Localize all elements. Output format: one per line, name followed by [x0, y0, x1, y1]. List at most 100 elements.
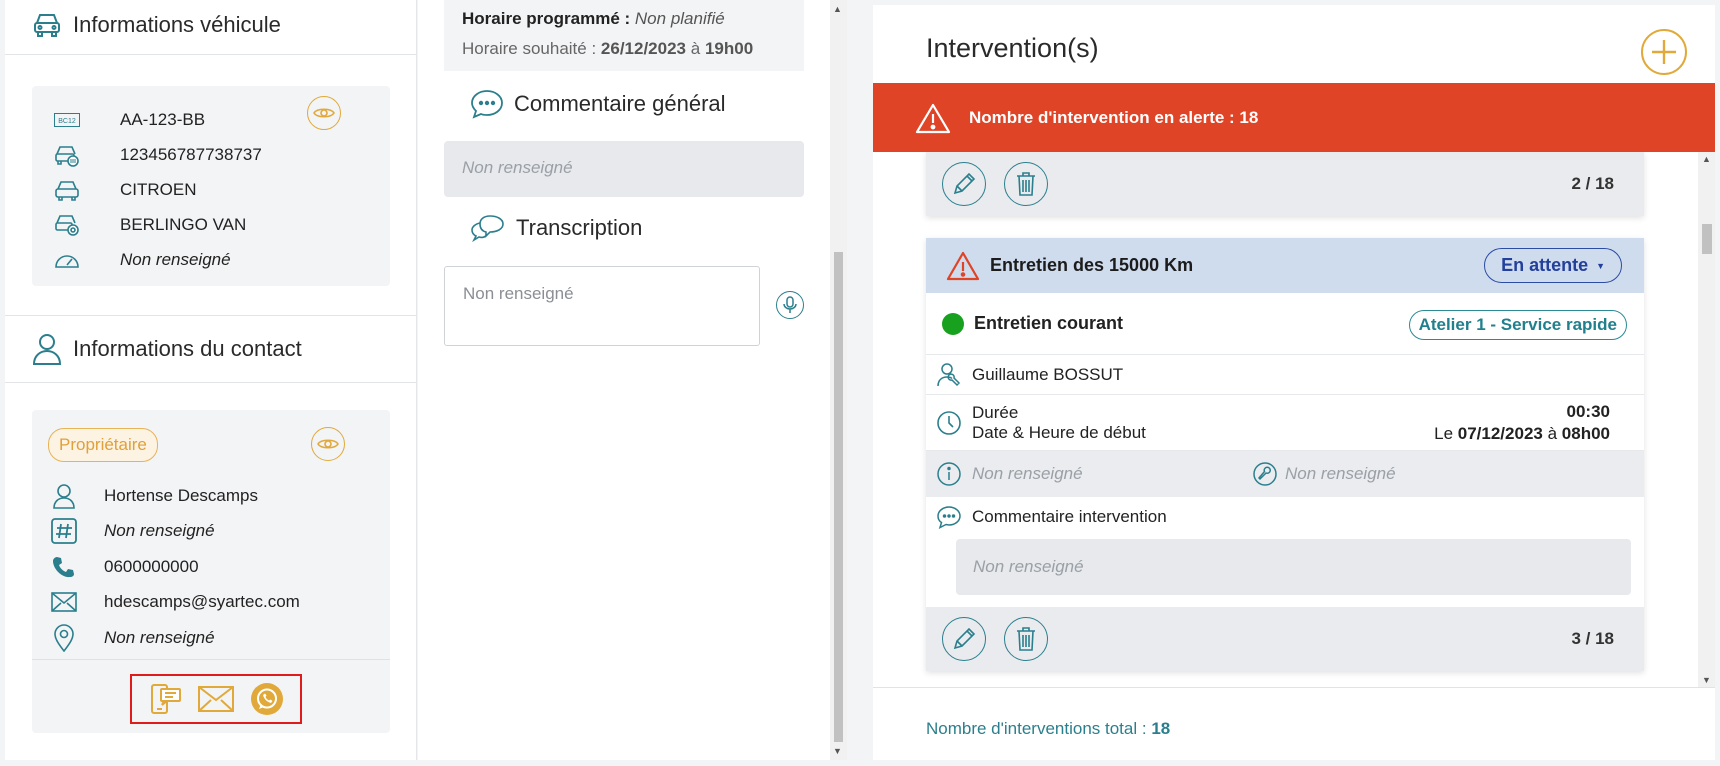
- duration-label: Durée: [972, 402, 1019, 422]
- start-label: Date & Heure de début: [972, 422, 1146, 442]
- scroll-down-arrow-icon[interactable]: ▼: [833, 746, 842, 756]
- plus-icon: [1649, 37, 1679, 67]
- car-front-icon: [52, 175, 82, 205]
- license-plate-icon: BC12: [52, 105, 82, 135]
- divider: [5, 382, 416, 383]
- card-pager: 3 / 18: [1571, 629, 1614, 648]
- desired-time: 19h00: [704, 39, 754, 58]
- status-dropdown[interactable]: En attente ▼: [1484, 248, 1622, 283]
- technician-row: Guillaume BOSSUT: [926, 355, 1644, 395]
- interventions-panel: Intervention(s) Nombre d'intervention en…: [873, 5, 1715, 760]
- pencil-icon: [951, 626, 977, 652]
- intervention-type-row: Entretien courant Atelier 1 - Service ra…: [926, 293, 1644, 355]
- intervention-type: Entretien courant: [974, 313, 1124, 333]
- person-icon: [48, 481, 80, 511]
- interventions-scrollbar[interactable]: ▲ ▼: [1698, 152, 1715, 687]
- interventions-header: Intervention(s): [873, 5, 1715, 83]
- desired-label: Horaire souhaité :: [462, 39, 597, 58]
- card-header: Entretien des 15000 Km En attente ▼: [926, 238, 1644, 293]
- general-comment-title: Commentaire général: [514, 91, 726, 116]
- contact-email: hdescamps@syartec.com: [104, 592, 300, 612]
- card-actions: 2 / 18: [926, 152, 1644, 216]
- vehicle-model-row: BERLINGO VAN: [52, 207, 370, 242]
- start-separator: à: [1547, 423, 1558, 443]
- scroll-up-arrow-icon[interactable]: ▲: [1702, 154, 1711, 164]
- warning-icon: [915, 102, 951, 134]
- clock-icon: [934, 410, 964, 436]
- pencil-icon: [951, 171, 977, 197]
- view-vehicle-button[interactable]: [307, 96, 341, 130]
- start-value: Le 07/12/2023 à 08h00: [1434, 423, 1610, 445]
- info-icon: [934, 462, 964, 486]
- duration-value: 00:30: [1566, 401, 1610, 421]
- vehicle-vin-row: 123456787738737: [52, 137, 370, 172]
- total-label: Nombre d'interventions total :: [926, 719, 1147, 738]
- general-comment-field[interactable]: Non renseigné: [444, 141, 804, 197]
- delete-button[interactable]: [1004, 617, 1048, 661]
- intervention-title: Entretien des 15000 Km: [990, 255, 1194, 275]
- svg-text:BC12: BC12: [58, 118, 76, 125]
- contact-phone-row: 0600000000: [48, 549, 374, 585]
- caret-down-icon: ▼: [1596, 260, 1605, 271]
- interventions-scroll-thumb[interactable]: [1702, 224, 1712, 254]
- transcription-title: Transcription: [516, 215, 643, 240]
- vehicle-section-header: Informations véhicule: [5, 0, 416, 54]
- chat-bubbles-icon: [470, 214, 506, 242]
- wrench-icon: [1253, 462, 1277, 486]
- alert-banner: Nombre d'intervention en alerte : 18: [873, 83, 1715, 152]
- notes-row: Non renseigné Non renseigné: [926, 451, 1644, 497]
- middle-scroll-thumb[interactable]: [834, 252, 843, 742]
- car-settings-icon: [52, 210, 82, 240]
- person-icon: [31, 332, 63, 366]
- technician-name: Guillaume BOSSUT: [972, 364, 1124, 384]
- programmed-label: Horaire programmé :: [462, 9, 631, 28]
- interventions-title: Intervention(s): [926, 33, 1099, 63]
- add-intervention-button[interactable]: [1641, 29, 1687, 75]
- card-actions: 3 / 18: [926, 607, 1644, 671]
- scroll-down-arrow-icon[interactable]: ▼: [1702, 675, 1711, 685]
- delete-button[interactable]: [1004, 162, 1048, 206]
- contact-address: Non renseigné: [104, 627, 215, 647]
- divider: [5, 54, 416, 55]
- car-id-icon: [52, 140, 82, 170]
- contact-name-row: Hortense Descamps: [48, 478, 374, 514]
- left-column: Informations véhicule BC12 AA-123-BB 123…: [5, 0, 417, 760]
- intervention-card-prev: 2 / 18: [926, 152, 1644, 216]
- transcription-textarea[interactable]: Non renseigné: [444, 266, 760, 346]
- programmed-schedule: Horaire programmé : Non planifié: [462, 4, 786, 34]
- middle-scrollbar[interactable]: ▲ ▼: [830, 0, 847, 760]
- edit-button[interactable]: [942, 617, 986, 661]
- edit-button[interactable]: [942, 162, 986, 206]
- intervention-card: Entretien des 15000 Km En attente ▼ Entr…: [926, 238, 1644, 671]
- info-note: Non renseigné: [972, 464, 1083, 483]
- start-date: 07/12/2023: [1457, 423, 1543, 443]
- vehicle-section-title: Informations véhicule: [73, 12, 281, 37]
- vehicle-mileage-row: Non renseigné: [52, 242, 370, 277]
- sms-button[interactable]: [148, 682, 182, 716]
- comment-label: Commentaire intervention: [972, 507, 1167, 526]
- phone-icon: [48, 552, 80, 582]
- vehicle-brand-row: CITROEN: [52, 172, 370, 207]
- schedule-box: Horaire programmé : Non planifié Horaire…: [444, 0, 804, 71]
- scroll-up-arrow-icon[interactable]: ▲: [833, 4, 842, 14]
- tool-note-group: Non renseigné: [1253, 462, 1396, 486]
- speedometer-icon: [52, 245, 82, 275]
- contact-actions-highlight: [130, 674, 302, 724]
- intervention-comment-field[interactable]: Non renseigné: [956, 539, 1631, 595]
- vehicle-plate: AA-123-BB: [120, 109, 206, 129]
- contact-section-title: Informations du contact: [73, 336, 302, 361]
- contact-card: Propriétaire Hortense Descamps Non rense…: [32, 410, 390, 733]
- duration-values: 00:30 Le 07/12/2023 à 08h00: [1434, 401, 1610, 445]
- duration-row: Durée Date & Heure de début 00:30 Le 07/…: [926, 395, 1644, 451]
- interventions-list: 2 / 18 Entretien des 15000 Km En attente…: [873, 152, 1715, 687]
- duration-labels: Durée Date & Heure de début: [972, 403, 1146, 443]
- microphone-button[interactable]: [776, 291, 804, 319]
- contact-email-row: hdescamps@syartec.com: [48, 585, 374, 621]
- email-button[interactable]: [198, 686, 234, 712]
- desired-separator: à: [690, 39, 701, 58]
- desired-schedule: Horaire souhaité : 26/12/2023 à 19h00: [462, 34, 786, 64]
- vehicle-mileage: Non renseigné: [120, 249, 231, 269]
- vehicle-brand: CITROEN: [120, 179, 197, 199]
- whatsapp-button[interactable]: [250, 682, 284, 716]
- view-contact-button[interactable]: [311, 427, 345, 461]
